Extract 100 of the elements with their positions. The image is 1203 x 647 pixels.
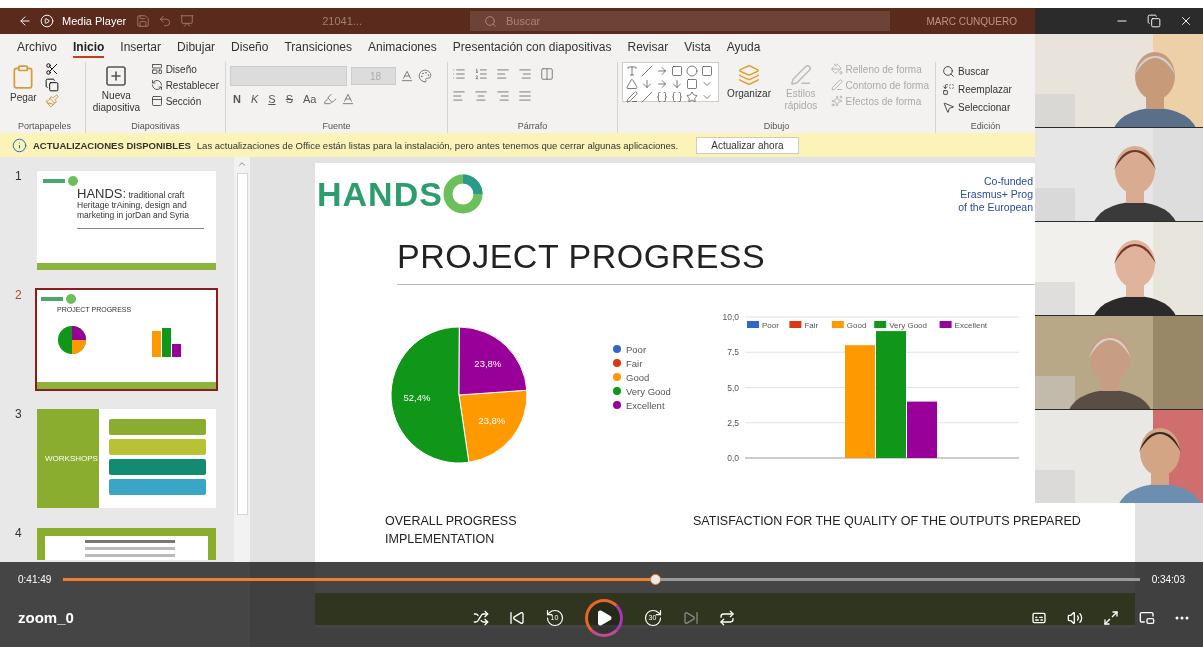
- document-name: 21041...: [322, 15, 362, 27]
- legend-dot: [613, 359, 621, 367]
- search-field[interactable]: Buscar: [469, 11, 890, 31]
- shape-icon[interactable]: [626, 91, 638, 103]
- shape-icon[interactable]: [641, 91, 653, 103]
- shape-icon[interactable]: [656, 91, 668, 103]
- seek-handle[interactable]: [650, 573, 662, 585]
- save-icon[interactable]: [136, 14, 151, 28]
- ribbon-tab[interactable]: Archivo: [17, 36, 57, 58]
- columns-icon[interactable]: [540, 67, 554, 81]
- numbering-icon[interactable]: [474, 67, 488, 81]
- legend-swatch: [874, 321, 887, 328]
- more-button[interactable]: [1175, 615, 1189, 620]
- slide-thumbnail[interactable]: HANDS: traditional craft Heritage trAining, design and marketing in jorDan and Syria: [35, 169, 218, 272]
- legend-label: Very Good: [626, 385, 671, 397]
- repeat-button[interactable]: [718, 609, 735, 626]
- ribbon-tab[interactable]: Revisar: [627, 36, 669, 58]
- shape-icon[interactable]: [686, 78, 698, 90]
- shape-gallery[interactable]: [622, 62, 720, 102]
- shape-icon[interactable]: [701, 65, 713, 77]
- ribbon-tab[interactable]: Vista: [684, 36, 711, 58]
- update-button[interactable]: Actualizar ahora: [696, 136, 799, 154]
- styles-icon: [789, 64, 812, 86]
- ribbon-tab[interactable]: Diseño: [231, 36, 269, 58]
- next-button[interactable]: [682, 609, 699, 626]
- align-center-icon[interactable]: [474, 89, 488, 103]
- legend-label: Fair: [804, 321, 819, 330]
- format-button[interactable]: K: [247, 93, 262, 105]
- slide-number: 3: [15, 407, 23, 423]
- ribbon-button[interactable]: Sección: [148, 94, 221, 108]
- scroll-up-icon[interactable]: [237, 159, 247, 169]
- shape-icon[interactable]: [686, 91, 698, 103]
- shape-icon[interactable]: [641, 65, 653, 77]
- previous-button[interactable]: [508, 609, 525, 626]
- legend-label: Good: [846, 321, 867, 330]
- volume-button[interactable]: [1067, 609, 1083, 626]
- new-slide-button[interactable]: Nueva diapositiva: [90, 62, 143, 116]
- ribbon-tab[interactable]: Insertar: [120, 36, 162, 58]
- axis-label: 10,0: [722, 312, 739, 322]
- ribbon-tab[interactable]: Transiciones: [284, 36, 352, 58]
- fullscreen-button[interactable]: [1103, 609, 1119, 626]
- highlighter-icon[interactable]: [323, 92, 338, 106]
- align-left-icon[interactable]: [452, 89, 466, 103]
- legend-dot: [613, 401, 621, 409]
- ribbon-tab[interactable]: Ayuda: [726, 36, 761, 58]
- legend-label: Excellent: [954, 321, 988, 330]
- search-icon: [483, 14, 497, 28]
- slide-number: 2: [15, 288, 23, 304]
- justify-icon[interactable]: [518, 89, 532, 103]
- repeat-icon: [718, 609, 735, 626]
- align-right-icon[interactable]: [496, 89, 510, 103]
- shape-icon[interactable]: [656, 65, 668, 77]
- presentation-icon[interactable]: [180, 14, 195, 28]
- font-color-icon[interactable]: [341, 92, 356, 106]
- new-slide-icon: [104, 64, 129, 88]
- format-button[interactable]: S: [265, 93, 279, 105]
- ribbon-tab[interactable]: Presentación con diapositivas: [452, 36, 612, 58]
- edit-icon: [942, 83, 955, 96]
- shape-icon[interactable]: [671, 78, 683, 90]
- ribbon-tab[interactable]: Inicio: [73, 36, 105, 58]
- shape-icon[interactable]: [626, 78, 638, 90]
- back-icon[interactable]: [18, 14, 32, 28]
- shape-format-icon: [830, 63, 843, 75]
- shape-icon[interactable]: [656, 78, 668, 90]
- slide-thumbnail[interactable]: [35, 526, 218, 562]
- copy-icon[interactable]: [44, 78, 59, 92]
- paste-button[interactable]: Pegar: [8, 62, 39, 106]
- format-button[interactable]: Aa: [300, 93, 320, 105]
- shape-icon[interactable]: [671, 91, 683, 103]
- shape-icon[interactable]: [626, 65, 638, 77]
- shape-icon[interactable]: [641, 78, 653, 90]
- font-field[interactable]: [230, 66, 347, 86]
- ribbon-button[interactable]: Buscar: [940, 64, 1014, 79]
- legend-dot: [613, 387, 621, 395]
- arrange-button[interactable]: Organizar: [725, 62, 773, 102]
- legend-swatch: [939, 321, 952, 328]
- bullets-icon[interactable]: [452, 67, 466, 81]
- format-button[interactable]: N: [230, 93, 244, 105]
- forward-icon: [642, 607, 663, 628]
- shape-icon[interactable]: [686, 65, 698, 77]
- restore-icon[interactable]: [1147, 13, 1161, 28]
- format-button[interactable]: S: [282, 93, 296, 105]
- shape-icon[interactable]: [671, 65, 683, 77]
- scrollbar[interactable]: [234, 157, 250, 562]
- ribbon-tab[interactable]: Dibujar: [177, 36, 216, 58]
- shuffle-button[interactable]: [472, 609, 489, 626]
- mini-player-button[interactable]: [1139, 609, 1155, 626]
- elapsed-time: 0:41:49: [18, 573, 52, 585]
- slide-number: 4: [15, 526, 23, 542]
- ribbon-button[interactable]: Diseño: [148, 62, 221, 76]
- slide-number: 1: [15, 169, 23, 185]
- ribbon-button[interactable]: Seleccionar: [940, 100, 1014, 115]
- play-button[interactable]: [584, 598, 623, 637]
- undo-icon[interactable]: [158, 14, 173, 28]
- app-title: Media Player: [62, 15, 127, 27]
- ribbon-button[interactable]: Restablecer: [148, 78, 221, 92]
- edit-icon: [942, 101, 955, 114]
- scissors-icon[interactable]: [44, 62, 59, 76]
- ribbon-button[interactable]: Reemplazar: [940, 82, 1014, 97]
- ribbon-tab[interactable]: Animaciones: [368, 36, 437, 58]
